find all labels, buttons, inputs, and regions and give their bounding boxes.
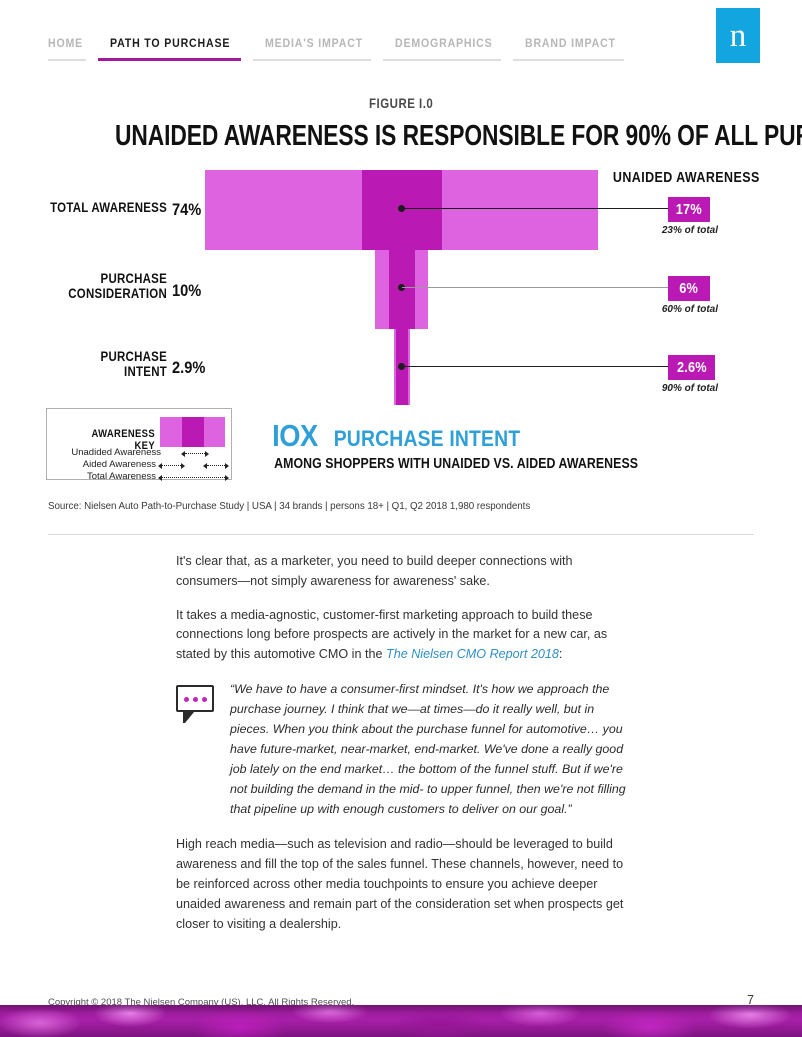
key-arrow-unaided [181,451,209,457]
paragraph-3: High reach media—such as television and … [176,837,624,931]
nav-tab-medias-impact[interactable]: MEDIA'S IMPACT [252,34,383,61]
speech-bubble-icon [176,684,214,723]
key-arrow-total [158,475,229,481]
leader-line-purchase-consideration [402,287,668,288]
badge-sub-purchase-intent: 90% of total [661,383,718,394]
leader-line-purchase-intent [402,366,668,367]
nav-tab-home[interactable]: HOME [48,34,98,61]
leader-line-total-awareness [402,208,668,209]
nav-tab-underline [513,59,625,61]
tenx-headline: IOX PURCHASE INTENT [242,420,560,451]
row-label-purchase-consideration: PURCHASE CONSIDERATION [68,271,167,301]
nav-tab-underline [48,59,87,61]
nav-tab-label: DEMOGRAPHICS [395,38,493,50]
source-note: Source: Nielsen Auto Path-to-Purchase St… [48,501,531,512]
awareness-key-swatch [160,417,225,447]
row-label-total-awareness: TOTAL AWARENESS [50,200,167,215]
key-row-unaided: Unadided Awareness [51,447,229,459]
nav-tab-path-to-purchase[interactable]: PATH TO PURCHASE [98,34,253,61]
callout-header-unaided-awareness: UNAIDED AWARENESS [613,170,760,186]
swatch-aided-left [160,417,182,447]
row-value-total-awareness: 74% [172,200,202,219]
row-value-purchase-intent: 2.9% [172,358,206,377]
badge-purchase-consideration-unaided: 6% [668,276,710,301]
nav-tab-demographics[interactable]: DEMOGRAPHICS [383,34,513,61]
nav-tab-label: MEDIA'S IMPACT [264,38,363,50]
nav-tab-label: HOME [48,38,84,50]
cmo-report-link[interactable]: The Nielsen CMO Report 2018 [386,647,559,661]
row-label-purchase-intent: PURCHASE INTENT [100,349,167,379]
nav-tab-label: PATH TO PURCHASE [110,38,231,50]
nav-tab-underline [252,59,372,61]
dot [202,696,207,702]
badge-sub-total-awareness: 23% of total [661,225,718,236]
nav-tab-label: BRAND IMPACT [525,38,617,50]
nav-tab-underline-active [98,58,241,61]
ellipsis-dots-icon [184,696,207,702]
nav-tab-underline [383,59,502,61]
awareness-key-legend: AWARENESS KEY Unadided Awareness Aided A… [46,408,232,483]
key-row-label: Total Awareness [86,471,156,482]
nielsen-logo-letter: n [729,18,747,54]
key-arrow-aided-left [158,463,185,469]
paragraph-2: It takes a media-agnostic, customer-firs… [176,606,628,665]
footer-band-shadow [0,1005,802,1037]
funnel-chart: TOTAL AWARENESS 74% PURCHASE CONSIDERATI… [0,160,802,410]
dot [184,696,189,702]
key-row-total: Total Awareness [51,471,229,483]
row-value-purchase-consideration: 10% [172,281,202,300]
figure-label: FIGURE I.0 [368,95,434,111]
blockquote: “We have to have a consumer-first mindse… [176,679,628,820]
tenx-subline: AMONG SHOPPERS WITH UNAIDED VS. AIDED AW… [274,456,639,472]
swatch-unaided [182,417,204,447]
tenx-callout: IOX PURCHASE INTENT AMONG SHOPPERS WITH U… [242,420,639,472]
paragraph-1: It's clear that, as a marketer, you need… [176,554,573,588]
badge-total-awareness-unaided: 17% [668,197,710,222]
swatch-aided-right [204,417,225,447]
page: HOME PATH TO PURCHASE MEDIA'S IMPACT DEM… [0,0,802,1037]
tenx-headline-text: PURCHASE INTENT [333,426,521,451]
blockquote-text: “We have to have a consumer-first mindse… [230,681,626,817]
body-content: It's clear that, as a marketer, you need… [176,552,628,948]
nav-tab-brand-impact[interactable]: BRAND IMPACT [513,34,636,61]
nielsen-logo-icon: n [716,8,760,63]
badge-purchase-intent-unaided: 2.6% [668,355,715,380]
key-arrow-aided-right [203,463,229,469]
content-divider [48,534,754,535]
key-row-label: Unadided Awareness [71,447,161,458]
paragraph-2-after: : [558,647,563,662]
top-navigation[interactable]: HOME PATH TO PURCHASE MEDIA'S IMPACT DEM… [48,34,636,61]
key-row-aided: Aided Awareness [51,459,229,471]
figure-title: UNAIDED AWARENESS IS RESPONSIBLE FOR 90%… [114,120,802,152]
key-row-label: Aided Awareness [82,459,156,470]
dot [193,696,198,702]
tenx-multiplier: IOX [272,418,318,453]
badge-sub-purchase-consideration: 60% of total [661,304,718,315]
